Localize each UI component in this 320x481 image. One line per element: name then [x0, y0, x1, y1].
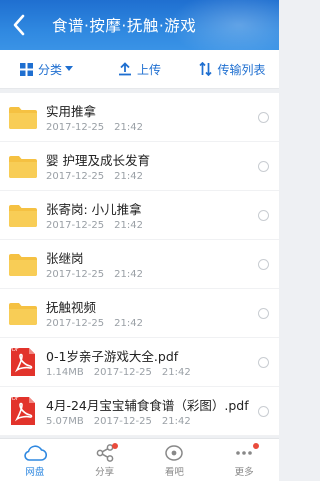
upload-button[interactable]: 上传 — [93, 50, 186, 88]
file-row[interactable]: PDF 4月-24月宝宝辅食食谱（彩图）.pdf 5.07MB 2017-12-2… — [0, 387, 279, 436]
file-time: 21:42 — [161, 416, 191, 427]
back-arrow-icon[interactable] — [8, 11, 32, 39]
file-row[interactable]: 张寄岗: 小儿推拿 2017-12-25 21:42 — [0, 191, 279, 240]
folder-icon — [9, 107, 37, 129]
tab-more[interactable]: 更多 — [209, 439, 279, 481]
file-name: 婴 护理及成长发育 — [46, 153, 150, 168]
file-name: 0-1岁亲子游戏大全.pdf — [46, 349, 179, 364]
transfer-label: 传输列表 — [217, 62, 266, 77]
transfer-list-button[interactable]: 传输列表 — [186, 50, 279, 88]
sort-button[interactable]: 分类 — [0, 50, 93, 88]
app-header: 食谱·按摩·抚触·游戏 — [0, 0, 279, 50]
file-row[interactable]: 抚触视频 2017-12-25 21:42 — [0, 289, 279, 338]
bottom-tab-bar: 网盘 分享 看吧 更多 — [0, 438, 279, 481]
file-date: 2017-12-25 — [46, 171, 105, 182]
upload-label: 上传 — [136, 62, 161, 77]
file-name: 4月-24月宝宝辅食食谱（彩图）.pdf — [46, 398, 249, 413]
pdf-badge: PDF — [9, 347, 19, 353]
eye-icon — [165, 445, 184, 461]
caret-down-icon — [65, 66, 73, 71]
file-meta: 2017-12-25 21:42 — [46, 318, 153, 329]
folder-icon — [9, 303, 37, 325]
file-row[interactable]: 张继岗 2017-12-25 21:42 — [0, 240, 279, 289]
file-date: 2017-12-25 — [93, 416, 152, 427]
file-size: 5.07MB — [46, 416, 84, 427]
file-time: 21:42 — [114, 269, 143, 280]
file-name: 张继岗 — [46, 251, 84, 266]
folder-icon — [9, 156, 37, 178]
file-meta: 2017-12-25 21:42 — [46, 171, 153, 182]
sort-label: 分类 — [37, 62, 62, 77]
pdf-badge: PDF — [9, 396, 19, 402]
transfer-icon — [199, 62, 213, 76]
file-name: 抚触视频 — [46, 300, 97, 315]
select-radio[interactable] — [258, 357, 269, 368]
tab-label: 看吧 — [164, 467, 184, 478]
cloud-icon — [24, 445, 47, 461]
folder-icon — [9, 254, 37, 276]
file-date: 2017-12-25 — [46, 220, 105, 231]
file-date: 2017-12-25 — [46, 269, 105, 280]
select-radio[interactable] — [258, 259, 269, 270]
file-list: 实用推拿 2017-12-25 21:42 婴 护理及成长发育 2017-12-2… — [0, 93, 279, 436]
notification-dot — [253, 443, 260, 449]
file-name: 实用推拿 — [46, 104, 97, 119]
file-date: 2017-12-25 — [46, 122, 105, 133]
file-row[interactable]: PDF 0-1岁亲子游戏大全.pdf 1.14MB 2017-12-25 21:42 — [0, 338, 279, 387]
tab-netdisk[interactable]: 网盘 — [0, 439, 70, 481]
select-radio[interactable] — [258, 406, 269, 417]
select-radio[interactable] — [258, 112, 269, 123]
file-time: 21:42 — [114, 171, 143, 182]
file-date: 2017-12-25 — [46, 318, 105, 329]
file-row[interactable]: 实用推拿 2017-12-25 21:42 — [0, 93, 279, 142]
file-size: 1.14MB — [46, 367, 84, 378]
folder-icon — [9, 205, 37, 227]
notification-dot — [111, 443, 118, 449]
select-radio[interactable] — [258, 210, 269, 221]
file-meta: 2017-12-25 21:42 — [46, 269, 153, 280]
tab-label: 分享 — [95, 467, 115, 478]
tab-share[interactable]: 分享 — [70, 439, 140, 481]
tab-label: 网盘 — [25, 467, 45, 478]
grid-icon — [19, 62, 33, 76]
file-meta: 5.07MB 2017-12-25 21:42 — [46, 416, 201, 427]
file-name: 张寄岗: 小儿推拿 — [46, 202, 142, 217]
file-meta: 1.14MB 2017-12-25 21:42 — [46, 367, 201, 378]
file-meta: 2017-12-25 21:42 — [46, 220, 153, 231]
tab-watch[interactable]: 看吧 — [140, 439, 210, 481]
tab-label: 更多 — [234, 467, 254, 478]
file-time: 21:42 — [114, 318, 143, 329]
file-meta: 2017-12-25 21:42 — [46, 122, 153, 133]
select-radio[interactable] — [258, 161, 269, 172]
file-time: 21:42 — [161, 367, 191, 378]
page-title: 食谱·按摩·抚触·游戏 — [52, 17, 197, 35]
upload-icon — [118, 62, 131, 76]
file-time: 21:42 — [114, 220, 143, 231]
select-radio[interactable] — [258, 308, 269, 319]
file-date: 2017-12-25 — [93, 367, 152, 378]
file-row[interactable]: 婴 护理及成长发育 2017-12-25 21:42 — [0, 142, 279, 191]
file-toolbar: 分类 上传 传输列表 — [0, 50, 279, 89]
file-time: 21:42 — [114, 122, 143, 133]
